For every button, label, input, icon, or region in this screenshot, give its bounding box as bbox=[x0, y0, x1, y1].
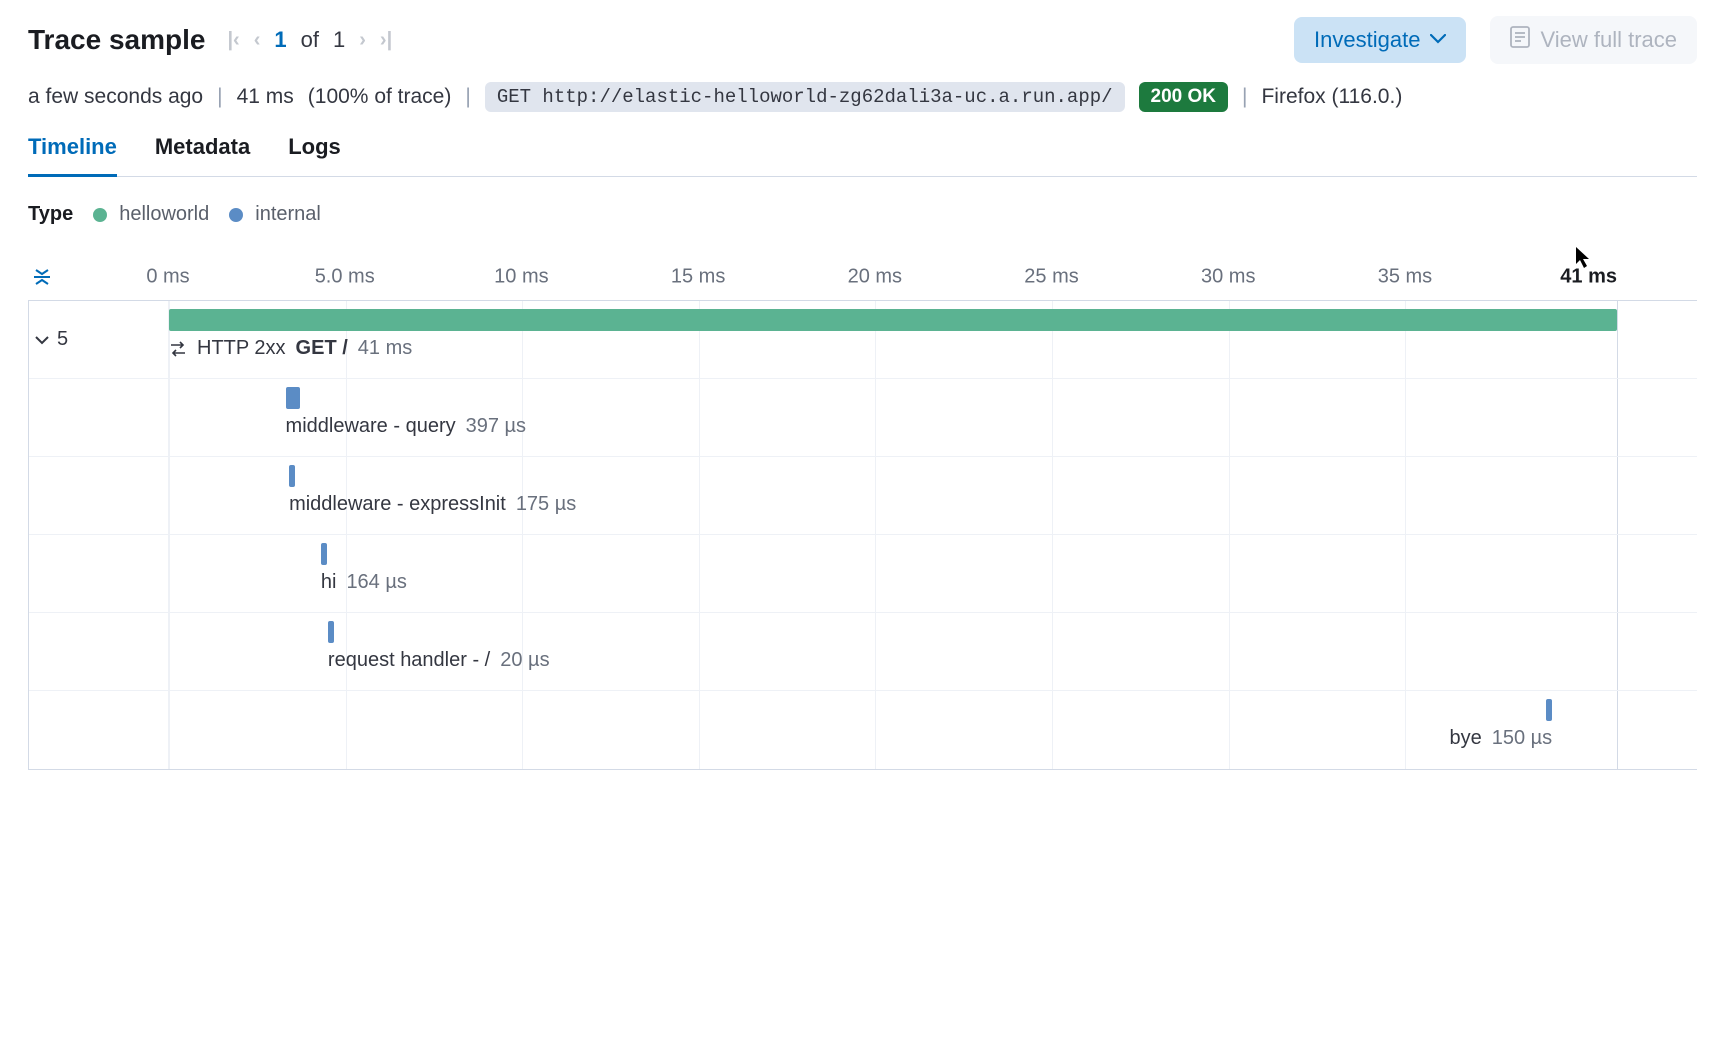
span-bar[interactable] bbox=[289, 465, 295, 487]
header-row: Trace sample |‹ ‹ 1 of 1 › ›| Investigat… bbox=[28, 16, 1697, 64]
waterfall: 5 HTTP 2xx GET / 41 ms middleware - query 397… bbox=[28, 300, 1697, 770]
span-name: bye bbox=[1449, 727, 1481, 750]
exchange-icon bbox=[169, 341, 187, 357]
tab-metadata[interactable]: Metadata bbox=[155, 134, 250, 177]
separator: | bbox=[465, 85, 470, 109]
span-bar[interactable] bbox=[328, 621, 334, 643]
legend-dot bbox=[93, 208, 107, 222]
pager-total: 1 bbox=[333, 27, 345, 53]
span-gutter bbox=[29, 691, 169, 769]
meta-agent: Firefox (116.0.) bbox=[1261, 85, 1402, 109]
span-row[interactable]: middleware - expressInit 175 µs bbox=[29, 457, 1697, 535]
view-full-trace-label: View full trace bbox=[1540, 27, 1677, 53]
tab-logs[interactable]: Logs bbox=[288, 134, 341, 177]
legend-label: Type bbox=[28, 203, 73, 226]
span-label: hi 164 µs bbox=[321, 571, 407, 594]
collapse-all-icon[interactable] bbox=[32, 267, 52, 287]
span-duration: 150 µs bbox=[1492, 727, 1552, 750]
span-name: GET / bbox=[296, 337, 348, 360]
span-label: request handler - / 20 µs bbox=[328, 649, 550, 672]
tab-timeline[interactable]: Timeline bbox=[28, 134, 117, 177]
legend-item-helloworld[interactable]: helloworld bbox=[93, 203, 209, 226]
meta-timestamp: a few seconds ago bbox=[28, 85, 203, 109]
axis-tick: 25 ms bbox=[1024, 266, 1078, 289]
chevron-down-icon[interactable] bbox=[35, 328, 49, 351]
span-duration: 20 µs bbox=[500, 649, 549, 672]
span-bar[interactable] bbox=[1546, 699, 1552, 721]
span-gutter bbox=[29, 613, 169, 690]
span-area: request handler - / 20 µs bbox=[169, 613, 1617, 690]
span-area: bye 150 µs bbox=[169, 691, 1617, 769]
legend-text: helloworld bbox=[119, 203, 209, 226]
span-duration: 397 µs bbox=[466, 415, 526, 438]
span-label: bye 150 µs bbox=[1449, 727, 1552, 750]
span-bar[interactable] bbox=[169, 309, 1617, 331]
span-name: hi bbox=[321, 571, 337, 594]
legend: Type helloworld internal bbox=[28, 203, 1697, 226]
span-label: middleware - query 397 µs bbox=[286, 415, 527, 438]
pager-of-label: of bbox=[301, 27, 319, 53]
axis-end-tick: 41 ms bbox=[1560, 266, 1617, 289]
span-gutter bbox=[29, 379, 169, 456]
span-gutter bbox=[29, 535, 169, 612]
chevron-down-icon bbox=[1430, 31, 1446, 49]
span-name: middleware - query bbox=[286, 415, 456, 438]
axis-tick: 0 ms bbox=[146, 266, 189, 289]
timeline-axis: 0 ms 5.0 ms 10 ms 15 ms 20 ms 25 ms 30 ms 35 ms… bbox=[28, 254, 1697, 300]
span-gutter: 5 bbox=[29, 301, 169, 378]
axis-tick: 35 ms bbox=[1378, 266, 1432, 289]
legend-text: internal bbox=[255, 203, 321, 226]
axis-tick: 30 ms bbox=[1201, 266, 1255, 289]
span-name: middleware - expressInit bbox=[289, 493, 506, 516]
view-full-trace-button[interactable]: View full trace bbox=[1490, 16, 1697, 64]
span-area: HTTP 2xx GET / 41 ms bbox=[169, 301, 1617, 378]
span-row[interactable]: hi 164 µs bbox=[29, 535, 1697, 613]
pager-last-icon[interactable]: ›| bbox=[380, 29, 392, 52]
pager-next-icon[interactable]: › bbox=[359, 29, 366, 52]
tabs: Timeline Metadata Logs bbox=[28, 134, 1697, 177]
span-duration: 164 µs bbox=[346, 571, 406, 594]
axis-tick: 15 ms bbox=[671, 266, 725, 289]
span-area: middleware - expressInit 175 µs bbox=[169, 457, 1617, 534]
page-title: Trace sample bbox=[28, 24, 205, 56]
span-bar[interactable] bbox=[286, 387, 300, 409]
meta-url[interactable]: GET http://elastic-helloworld-zg62dali3a… bbox=[485, 82, 1125, 112]
separator: | bbox=[217, 85, 222, 109]
axis-tick: 10 ms bbox=[494, 266, 548, 289]
span-name: request handler - / bbox=[328, 649, 490, 672]
span-row[interactable]: request handler - / 20 µs bbox=[29, 613, 1697, 691]
span-row[interactable]: bye 150 µs bbox=[29, 691, 1697, 769]
span-count: 5 bbox=[57, 328, 68, 351]
meta-row: a few seconds ago | 41 ms (100% of trace… bbox=[28, 82, 1697, 112]
document-icon bbox=[1510, 26, 1530, 54]
span-gutter bbox=[29, 457, 169, 534]
axis-tick: 5.0 ms bbox=[315, 266, 375, 289]
meta-duration: 41 ms bbox=[237, 85, 294, 109]
span-duration: 175 µs bbox=[516, 493, 576, 516]
pager-first-icon[interactable]: |‹ bbox=[227, 29, 239, 52]
status-badge: 200 OK bbox=[1139, 82, 1228, 112]
investigate-label: Investigate bbox=[1314, 27, 1420, 53]
pager: |‹ ‹ 1 of 1 › ›| bbox=[227, 27, 392, 53]
span-area: middleware - query 397 µs bbox=[169, 379, 1617, 456]
timeline: 0 ms 5.0 ms 10 ms 15 ms 20 ms 25 ms 30 ms 35 ms… bbox=[28, 254, 1697, 770]
span-label: middleware - expressInit 175 µs bbox=[289, 493, 576, 516]
span-bar[interactable] bbox=[321, 543, 327, 565]
investigate-button[interactable]: Investigate bbox=[1294, 17, 1466, 63]
pager-prev-icon[interactable]: ‹ bbox=[254, 29, 261, 52]
span-label: HTTP 2xx GET / 41 ms bbox=[169, 337, 412, 360]
span-area: hi 164 µs bbox=[169, 535, 1617, 612]
span-prefix: HTTP 2xx bbox=[197, 337, 286, 360]
span-row[interactable]: middleware - query 397 µs bbox=[29, 379, 1697, 457]
meta-percent: (100% of trace) bbox=[308, 85, 452, 109]
legend-item-internal[interactable]: internal bbox=[229, 203, 321, 226]
separator: | bbox=[1242, 85, 1247, 109]
pager-current: 1 bbox=[274, 27, 286, 53]
legend-dot bbox=[229, 208, 243, 222]
span-duration: 41 ms bbox=[358, 337, 412, 360]
span-row[interactable]: 5 HTTP 2xx GET / 41 ms bbox=[29, 301, 1697, 379]
axis-tick: 20 ms bbox=[848, 266, 902, 289]
